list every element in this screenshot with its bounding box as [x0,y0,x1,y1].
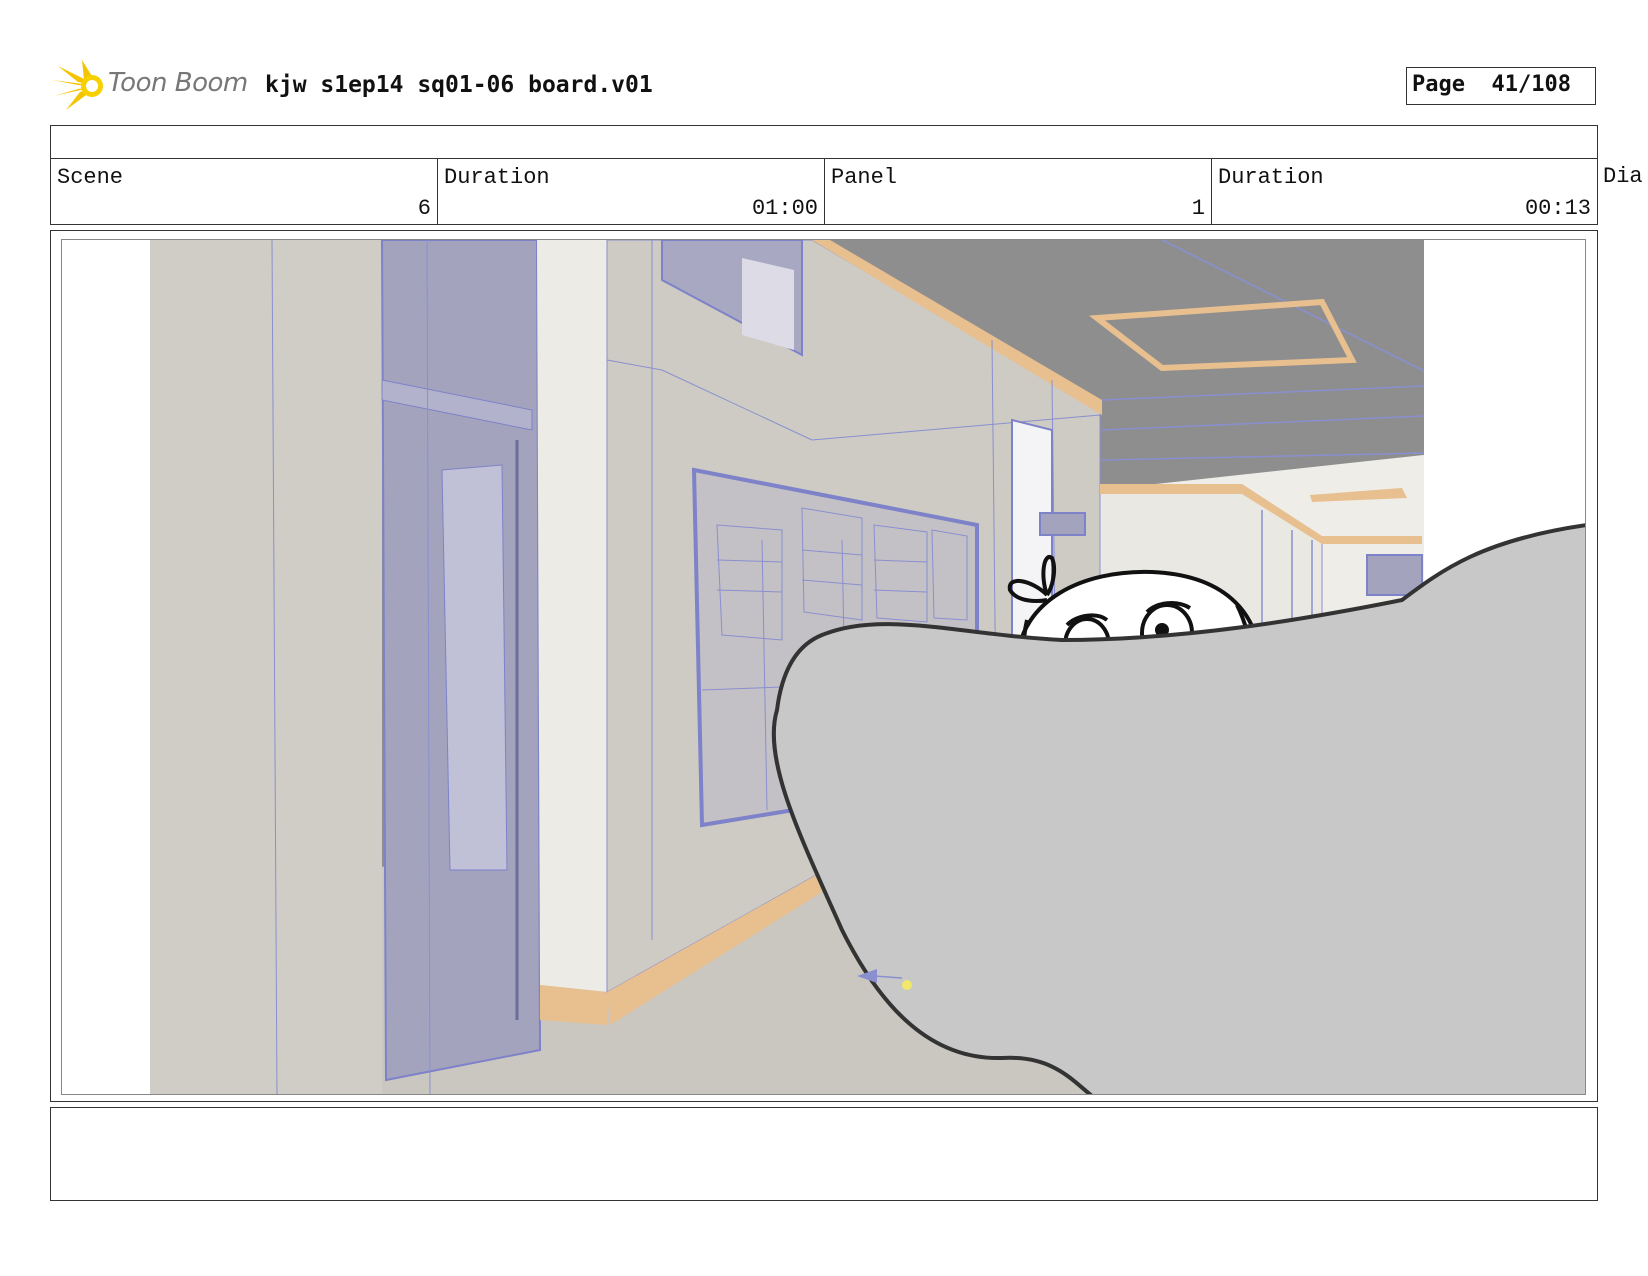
scene-value: 6 [417,196,431,221]
panel-duration-value: 00:13 [1524,196,1591,221]
page-indicator: Page 41/108 [1406,67,1596,105]
hallway-scene-drawing [62,240,1585,1094]
storyboard-panel-image [61,239,1586,1095]
dialog-label-cut-off: Dia [1603,164,1643,189]
page-label: Page [1412,72,1465,97]
sequence-bar [50,125,1598,159]
scene-duration-value: 01:00 [751,196,818,221]
toon-boom-starburst-icon [52,60,103,110]
panel-duration-label: Duration [1218,165,1324,190]
notes-box [50,1107,1598,1201]
toon-boom-logo: Toon Boom [52,58,252,114]
panel-label: Panel [831,165,898,190]
scene-duration-cell: Duration 01:00 [438,159,825,224]
page-number: 41/108 [1491,72,1571,97]
scene-cell: Scene 6 [51,159,438,224]
info-row: Scene 6 Duration 01:00 Panel 1 Duration … [50,158,1598,225]
scene-duration-label: Duration [444,165,550,190]
scene-label: Scene [57,165,124,190]
panel-cell: Panel 1 [825,159,1212,224]
document-title: kjw s1ep14 sq01-06 board.v01 [265,72,653,98]
panel-duration-cell: Duration 00:13 [1212,159,1597,224]
logo-text: Toon Boom [108,68,248,98]
panel-value: 1 [1191,196,1205,221]
